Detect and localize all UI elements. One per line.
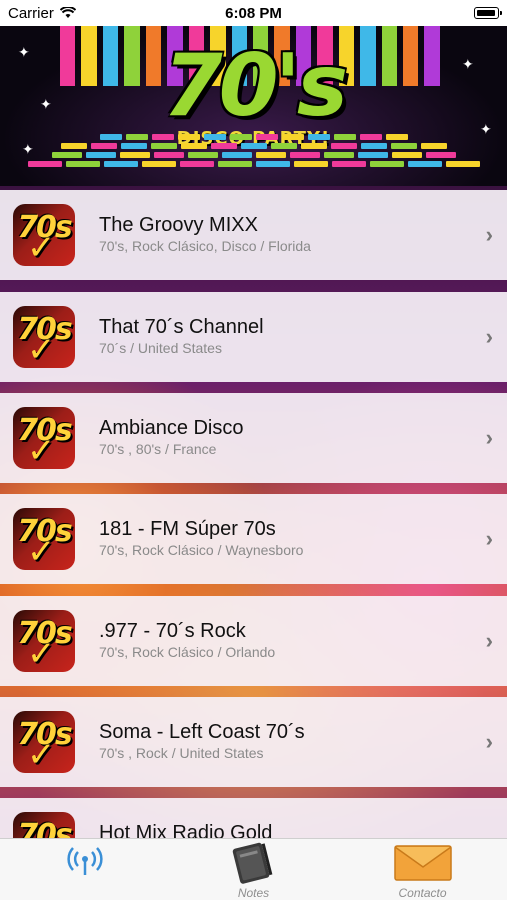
chevron-right-icon: › [485, 729, 493, 754]
radio-antenna-icon [67, 847, 103, 875]
station-name: 181 - FM Súper 70s [99, 518, 276, 540]
status-time: 6:08 PM [225, 4, 282, 22]
station-row[interactable]: 70s ✓ .977 - 70´s Rock 70's, Rock Clásico… [0, 596, 507, 686]
70s-logo-icon: 70s✓ [13, 711, 75, 773]
70s-logo-icon: 70s✓ [13, 306, 75, 368]
station-row[interactable]: 70s ✓ Soma - Left Coast 70´s 70's , Rock … [0, 697, 507, 787]
chevron-right-icon: › [485, 222, 493, 247]
station-details: 70's, Rock Clásico / Waynesboro [99, 542, 304, 558]
tab-radio[interactable] [0, 839, 169, 900]
chevron-right-icon: › [485, 628, 493, 653]
70s-logo-icon: 70s✓ [13, 204, 75, 266]
station-details: 70's , Rock / United States [99, 745, 264, 761]
station-name: .977 - 70´s Rock [99, 620, 246, 642]
70s-logo-icon: 70s✓ [13, 407, 75, 469]
station-row[interactable]: 70s ✓ Ambiance Disco 70's , 80's / France… [0, 393, 507, 483]
station-details: 70's , 80's / France [99, 441, 217, 457]
chevron-right-icon: › [486, 830, 493, 838]
station-name: Ambiance Disco [99, 417, 244, 439]
station-row[interactable]: 70s ✓ The Groovy MIXX 70's, Rock Clásico,… [0, 190, 507, 280]
station-row[interactable]: 70s ✓ 181 - FM Súper 70s 70's, Rock Clási… [0, 494, 507, 584]
station-name: Soma - Left Coast 70´s [99, 721, 305, 743]
banner-title: 70's [162, 36, 348, 136]
battery-icon [474, 7, 502, 19]
70s-logo-icon: 70s✓ [13, 508, 75, 570]
chevron-right-icon: › [485, 425, 493, 450]
station-details: 70's, Rock Clásico / Orlando [99, 644, 276, 660]
status-left: Carrier [8, 5, 76, 22]
carrier-label: Carrier [8, 4, 54, 22]
chevron-right-icon: › [485, 324, 493, 349]
tab-notes-label: Notes [237, 886, 270, 900]
70s-logo-icon: 70s✓ [13, 610, 75, 672]
station-name: That 70´s Channel [99, 316, 264, 338]
station-details: 70's, Rock Clásico, Disco / Florida [99, 238, 311, 254]
header-banner: ✦ ✦ ✦ ✦ ✦ 70's DISCO PARTY! [0, 26, 507, 186]
tab-contact-label: Contacto [398, 886, 447, 900]
tab-bar: Notes Contacto [0, 838, 507, 900]
station-row[interactable]: 70s✓ Hot Mix Radio Gold › [0, 798, 507, 838]
tab-contact[interactable]: Contacto [338, 839, 507, 900]
envelope-icon [394, 845, 452, 881]
notebook-icon [232, 842, 273, 884]
tab-notes[interactable]: Notes [169, 839, 338, 900]
station-details: 70´s / United States [99, 340, 222, 356]
station-row[interactable]: 70s ✓ That 70´s Channel 70´s / United Sta… [0, 292, 507, 382]
chevron-right-icon: › [485, 526, 493, 551]
status-bar: Carrier 6:08 PM [0, 0, 507, 26]
wifi-icon [59, 7, 76, 18]
station-name: The Groovy MIXX [99, 214, 258, 236]
station-list[interactable]: 70s ✓ The Groovy MIXX 70's, Rock Clásico,… [0, 186, 507, 838]
station-name: Hot Mix Radio Gold [99, 822, 273, 838]
disco-floor [0, 131, 507, 186]
70s-logo-icon: 70s✓ [13, 812, 75, 838]
